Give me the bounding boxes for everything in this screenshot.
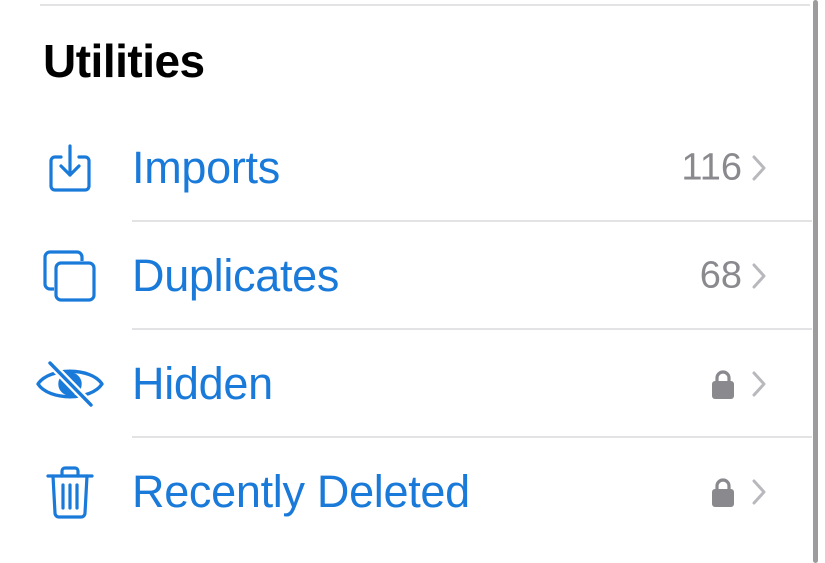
scrollbar[interactable]: [813, 0, 818, 563]
chevron-right-icon: [752, 155, 766, 181]
list-item-imports[interactable]: Imports 116: [0, 114, 812, 222]
import-icon: [32, 130, 108, 206]
chevron-right-icon: [752, 479, 766, 505]
chevron-right-icon: [752, 263, 766, 289]
item-count: 116: [681, 146, 742, 189]
utilities-list: Imports 116 Duplicates 68 Hidden Recentl…: [0, 114, 812, 546]
list-item-label: Imports: [132, 142, 280, 193]
trash-icon: [32, 454, 108, 530]
list-item-label: Duplicates: [132, 250, 340, 301]
section-title: Utilities: [43, 35, 205, 87]
list-item-label: Hidden: [132, 358, 273, 409]
list-item-label: Recently Deleted: [132, 466, 470, 517]
duplicates-icon: [32, 238, 108, 314]
top-divider: [40, 4, 810, 6]
lock-icon: [712, 478, 734, 507]
lock-icon: [712, 370, 734, 399]
item-count: 68: [699, 254, 742, 297]
utilities-screen: Utilities Imports 116 Duplicates 68 Hidd…: [0, 0, 825, 563]
list-item-duplicates[interactable]: Duplicates 68: [0, 222, 812, 330]
list-item-recently-deleted[interactable]: Recently Deleted: [0, 438, 812, 546]
eye-slash-icon: [32, 346, 108, 422]
chevron-right-icon: [752, 371, 766, 397]
list-item-hidden[interactable]: Hidden: [0, 330, 812, 438]
